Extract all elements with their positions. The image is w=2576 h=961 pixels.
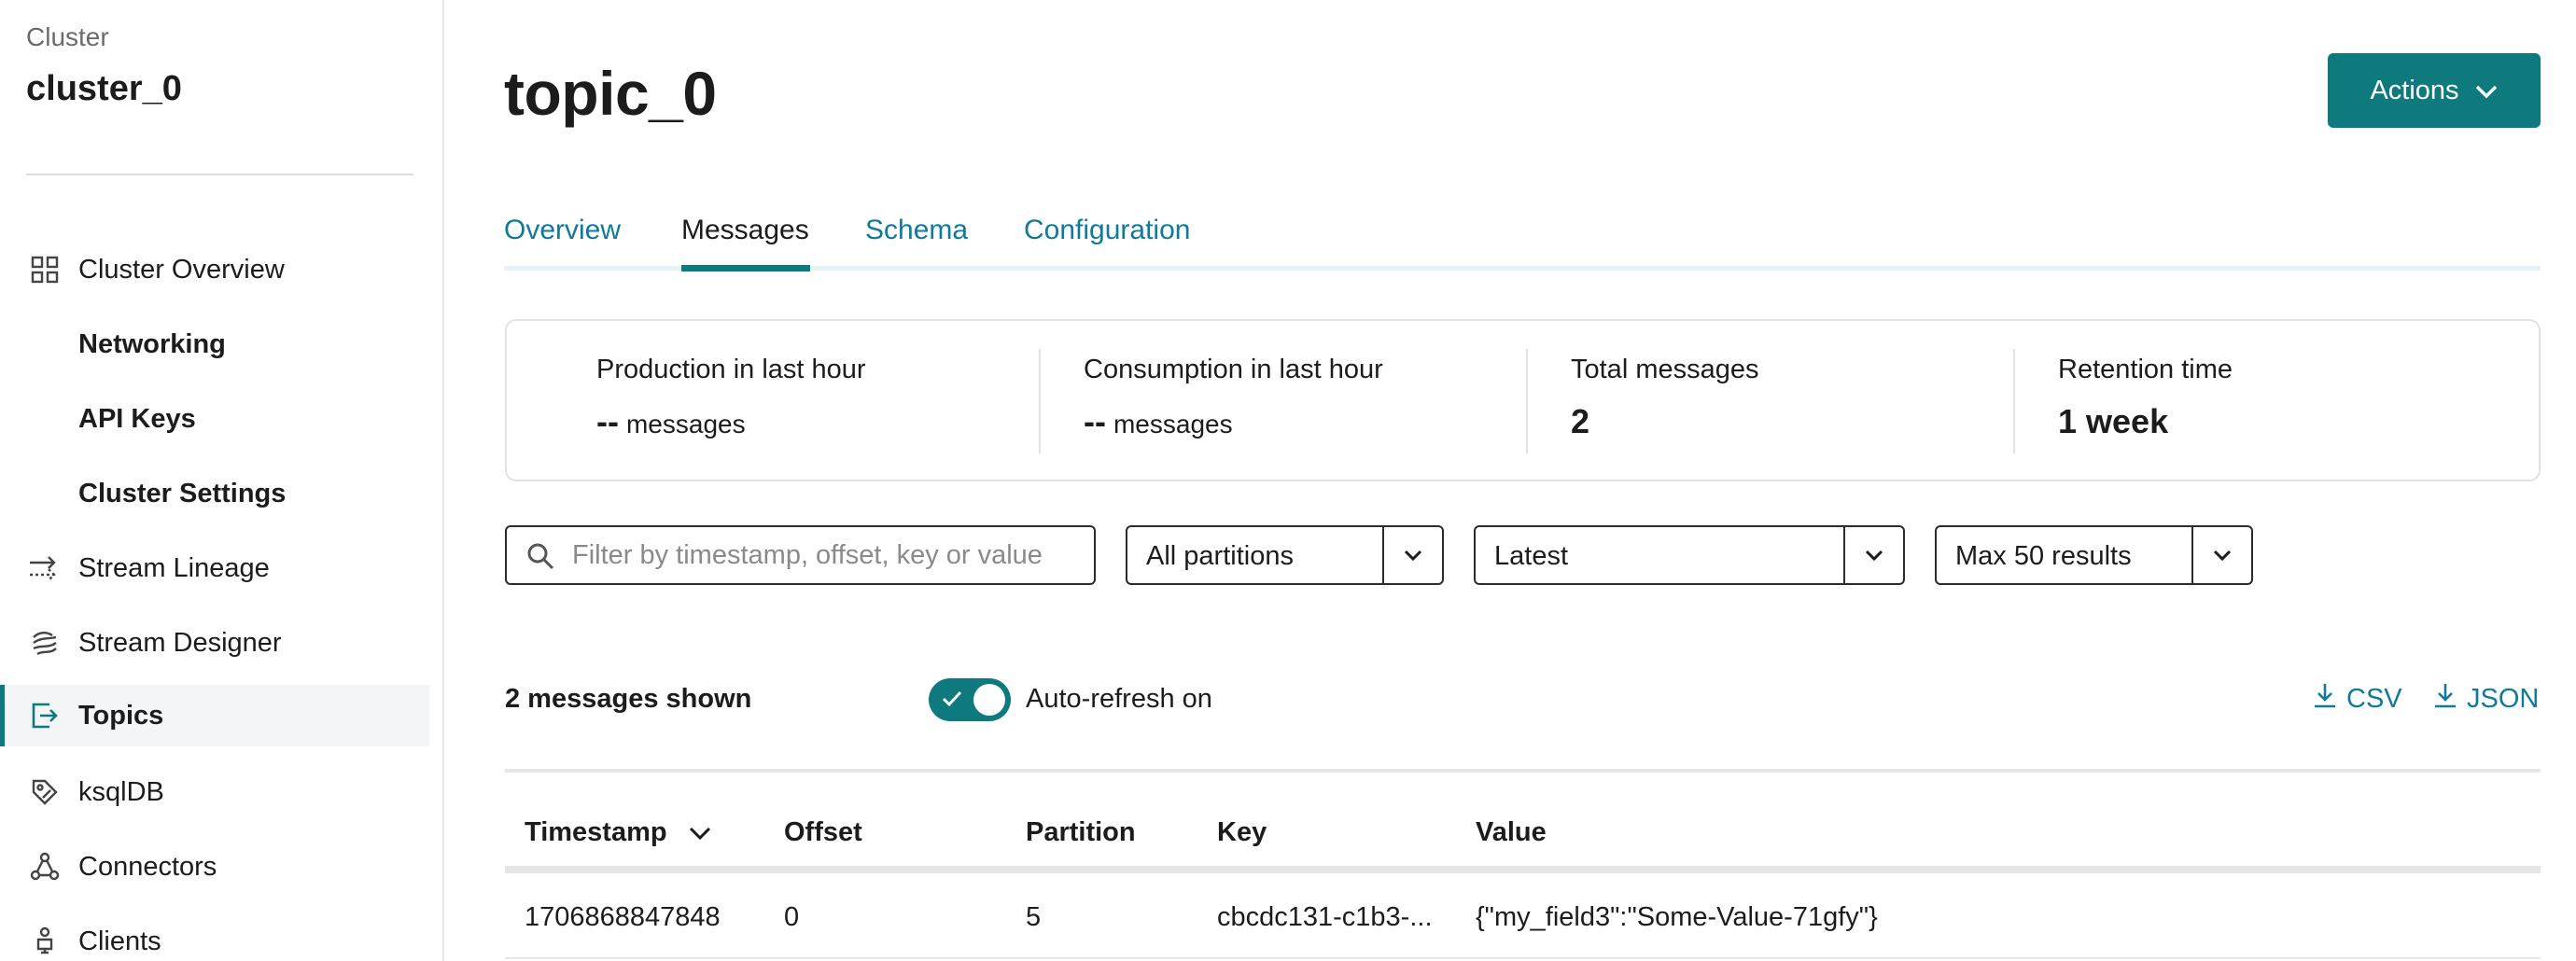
sidebar-item-stream-lineage[interactable]: Stream Lineage bbox=[0, 537, 429, 599]
topic-stats-panel: Production in last hour -- messages Consu… bbox=[505, 319, 2541, 481]
stat-divider bbox=[2013, 349, 2015, 453]
sidebar-item-label: Stream Designer bbox=[78, 627, 282, 658]
ksqldb-icon bbox=[28, 775, 62, 809]
message-filter-search bbox=[505, 525, 1096, 585]
sidebar-item-connectors[interactable]: Connectors bbox=[0, 836, 429, 898]
stat-divider bbox=[1526, 349, 1528, 453]
download-json-button[interactable]: JSON bbox=[2433, 681, 2539, 717]
sidebar-item-api-keys[interactable]: API Keys bbox=[0, 388, 429, 450]
column-header-value: Value bbox=[1476, 817, 1547, 847]
check-icon bbox=[941, 688, 963, 715]
stat-value: 1 week bbox=[2058, 402, 2169, 440]
search-icon bbox=[525, 541, 555, 576]
sidebar-item-networking[interactable]: Networking bbox=[0, 313, 429, 375]
sidebar-item-label: Connectors bbox=[78, 851, 217, 882]
offset-select[interactable]: Latest bbox=[1474, 525, 1905, 585]
tab-overview[interactable]: Overview bbox=[504, 215, 621, 246]
stat-label: Total messages bbox=[1571, 355, 1759, 384]
stat-consumption: Consumption in last hour -- messages bbox=[1084, 355, 1383, 441]
max-results-value: Max 50 results bbox=[1955, 541, 2132, 571]
toggle-knob bbox=[973, 684, 1005, 716]
partitions-value: All partitions bbox=[1146, 541, 1294, 571]
column-header-timestamp[interactable]: Timestamp bbox=[525, 817, 712, 848]
download-json-label: JSON bbox=[2467, 683, 2540, 714]
sidebar: Cluster cluster_0 Cluster Overview Netwo… bbox=[0, 0, 444, 961]
cluster-label: Cluster bbox=[26, 22, 109, 51]
sidebar-item-label: Cluster Overview bbox=[78, 254, 285, 285]
stat-label: Retention time bbox=[2058, 355, 2233, 384]
active-tab-indicator bbox=[681, 265, 810, 272]
sidebar-item-stream-designer[interactable]: Stream Designer bbox=[0, 612, 429, 674]
sidebar-divider bbox=[26, 174, 413, 175]
connectors-icon bbox=[28, 850, 62, 884]
download-csv-button[interactable]: CSV bbox=[2313, 681, 2402, 717]
tab-schema[interactable]: Schema bbox=[865, 215, 968, 246]
column-header-offset: Offset bbox=[784, 817, 862, 847]
stat-label: Production in last hour bbox=[596, 355, 866, 384]
download-icon bbox=[2433, 681, 2457, 717]
auto-refresh-toggle[interactable] bbox=[929, 678, 1011, 721]
stat-unit: messages bbox=[625, 410, 746, 439]
stat-retention: Retention time 1 week bbox=[2058, 355, 2233, 441]
download-icon bbox=[2313, 681, 2337, 717]
cell-offset: 0 bbox=[784, 902, 800, 932]
sidebar-item-label: API Keys bbox=[78, 403, 196, 434]
actions-button[interactable]: Actions bbox=[2328, 53, 2541, 128]
stat-value: 2 bbox=[1571, 402, 1590, 440]
stat-production: Production in last hour -- messages bbox=[596, 355, 866, 441]
cell-value: {"my_field3":"Some-Value-71gfy"} bbox=[1476, 902, 1878, 932]
sidebar-item-ksqldb[interactable]: ksqlDB bbox=[0, 761, 429, 823]
cell-key: cbcdc131-c1b3-... bbox=[1217, 902, 1433, 932]
column-header-label: Timestamp bbox=[525, 817, 667, 847]
sidebar-item-label: Cluster Settings bbox=[78, 478, 287, 508]
sidebar-item-label: ksqlDB bbox=[78, 776, 164, 807]
stat-value: -- bbox=[1084, 402, 1106, 440]
lineage-icon bbox=[28, 551, 62, 585]
table-top-border bbox=[505, 769, 2541, 773]
tab-bar: Overview Messages Schema Configuration bbox=[504, 209, 2541, 271]
sidebar-item-cluster-settings[interactable]: Cluster Settings bbox=[0, 463, 429, 524]
offset-value: Latest bbox=[1494, 541, 1568, 571]
max-results-select[interactable]: Max 50 results bbox=[1935, 525, 2253, 585]
actions-label: Actions bbox=[2370, 75, 2459, 105]
sidebar-item-topics[interactable]: Topics bbox=[0, 685, 429, 746]
stat-unit: messages bbox=[1113, 410, 1233, 439]
sidebar-item-cluster-overview[interactable]: Cluster Overview bbox=[0, 239, 429, 300]
column-header-partition: Partition bbox=[1026, 817, 1136, 847]
sidebar-item-label: Networking bbox=[78, 328, 226, 359]
chevron-down-icon[interactable] bbox=[1843, 527, 1903, 583]
chevron-down-icon[interactable] bbox=[2191, 527, 2251, 583]
search-input[interactable] bbox=[572, 535, 1076, 576]
table-row-divider bbox=[505, 957, 2541, 959]
grid-icon bbox=[28, 253, 62, 286]
stat-value: -- bbox=[596, 402, 619, 440]
chevron-down-icon[interactable] bbox=[1382, 527, 1442, 583]
column-header-key: Key bbox=[1217, 817, 1267, 847]
designer-icon bbox=[28, 626, 62, 660]
topics-icon bbox=[28, 699, 62, 732]
chevron-down-icon bbox=[688, 817, 712, 847]
page-title: topic_0 bbox=[504, 59, 717, 128]
cluster-name[interactable]: cluster_0 bbox=[26, 69, 182, 109]
auto-refresh-label: Auto-refresh on bbox=[1026, 684, 1212, 714]
chevron-down-icon bbox=[2474, 76, 2499, 106]
cell-partition: 5 bbox=[1026, 902, 1042, 932]
messages-shown-count: 2 messages shown bbox=[505, 684, 752, 714]
cell-timestamp: 1706868847848 bbox=[525, 902, 721, 932]
sidebar-item-label: Stream Lineage bbox=[78, 552, 270, 583]
stat-label: Consumption in last hour bbox=[1084, 355, 1383, 384]
partitions-select[interactable]: All partitions bbox=[1126, 525, 1444, 585]
sidebar-item-clients[interactable]: Clients bbox=[0, 911, 429, 961]
sidebar-item-label: Topics bbox=[78, 700, 164, 731]
sidebar-item-label: Clients bbox=[78, 926, 161, 956]
tab-messages[interactable]: Messages bbox=[681, 215, 809, 246]
table-header-divider bbox=[505, 866, 2541, 873]
stat-total-messages: Total messages 2 bbox=[1571, 355, 1759, 441]
download-csv-label: CSV bbox=[2346, 683, 2402, 714]
stat-divider bbox=[1039, 349, 1041, 453]
tab-configuration[interactable]: Configuration bbox=[1024, 215, 1190, 246]
clients-icon bbox=[28, 925, 62, 958]
